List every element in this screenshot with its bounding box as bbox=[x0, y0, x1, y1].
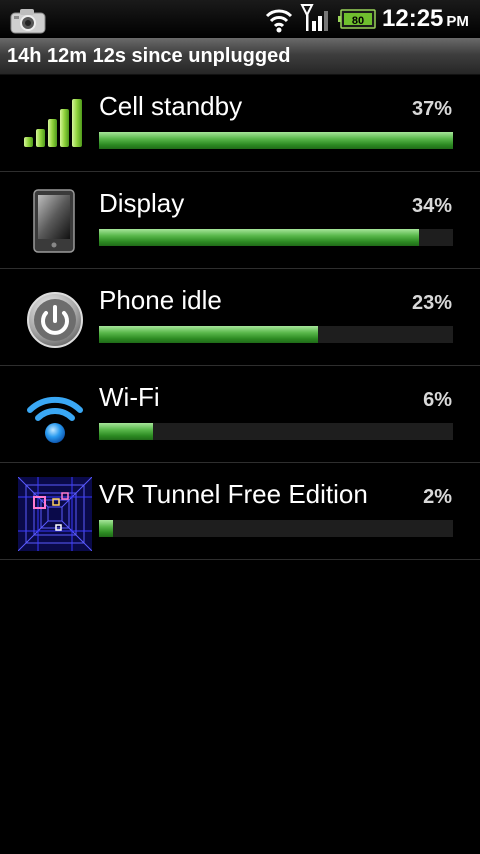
display-icon bbox=[33, 189, 75, 253]
item-percent: 37% bbox=[411, 98, 452, 120]
battery-icon: 80 bbox=[338, 9, 376, 29]
status-time: 12:25 PM bbox=[382, 5, 469, 33]
unplugged-duration: 14h 12m 12s since unplugged bbox=[7, 45, 291, 67]
power-icon bbox=[27, 292, 83, 348]
list-item-vr-tunnel[interactable]: VR Tunnel Free Edition 2% bbox=[0, 463, 480, 560]
usage-bar-fill bbox=[99, 229, 420, 246]
item-percent: 23% bbox=[411, 292, 452, 314]
cell-signal-icon bbox=[24, 99, 82, 147]
item-name: Display bbox=[99, 188, 185, 218]
wifi-icon bbox=[27, 396, 83, 443]
battery-level-text: 80 bbox=[352, 15, 364, 27]
status-bar: 80 12:25 PM bbox=[0, 0, 480, 38]
usage-bar-track bbox=[99, 229, 453, 246]
camera-icon bbox=[10, 9, 46, 34]
usage-bar-track bbox=[99, 520, 453, 537]
usage-bar-track bbox=[99, 132, 453, 149]
usage-bar-fill bbox=[99, 423, 153, 440]
usage-bar-fill bbox=[99, 520, 114, 537]
list-item-display[interactable]: Display 34% bbox=[0, 172, 480, 269]
signal-icon bbox=[300, 4, 328, 31]
battery-usage-list: Cell standby 37% Display 34% Phone idle … bbox=[0, 75, 480, 560]
item-name: Phone idle bbox=[99, 285, 222, 315]
clock-time: 12:25 bbox=[382, 5, 444, 32]
unplugged-header: 14h 12m 12s since unplugged bbox=[0, 38, 480, 75]
vr-tunnel-app-icon bbox=[18, 477, 92, 551]
item-name: VR Tunnel Free Edition bbox=[99, 479, 368, 509]
clock-ampm: PM bbox=[446, 13, 469, 30]
item-name: Cell standby bbox=[99, 91, 243, 121]
usage-bar-fill bbox=[99, 326, 319, 343]
usage-bar-track bbox=[99, 423, 453, 440]
usage-bar-track bbox=[99, 326, 453, 343]
item-percent: 34% bbox=[411, 195, 452, 217]
usage-bar-fill bbox=[99, 132, 453, 149]
item-percent: 6% bbox=[423, 389, 452, 411]
wifi-icon bbox=[265, 9, 293, 33]
item-percent: 2% bbox=[423, 486, 452, 508]
item-name: Wi-Fi bbox=[99, 382, 160, 412]
list-item-phone-idle[interactable]: Phone idle 23% bbox=[0, 269, 480, 366]
list-item-cell-standby[interactable]: Cell standby 37% bbox=[0, 75, 480, 172]
list-item-wifi[interactable]: Wi-Fi 6% bbox=[0, 366, 480, 463]
